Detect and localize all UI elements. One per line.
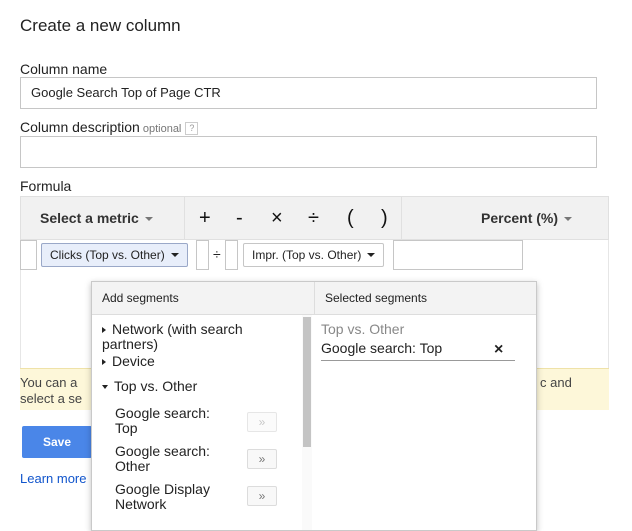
format-dropdown[interactable]: Percent (%) xyxy=(481,197,573,239)
chevron-down-icon xyxy=(367,253,376,257)
metric-chip-clicks[interactable]: Clicks (Top vs. Other) xyxy=(41,243,188,267)
divide-operator: ÷ xyxy=(213,246,221,262)
toolbar-divider xyxy=(401,197,402,239)
selected-segment-label: Google search: Top xyxy=(321,340,443,356)
metric-chip-label: Impr. (Top vs. Other) xyxy=(252,248,362,262)
expand-arrow-icon xyxy=(102,359,106,365)
add-segment-button[interactable]: » xyxy=(247,412,277,432)
save-button[interactable]: Save xyxy=(22,426,92,458)
segment-option: Google search: Other xyxy=(115,443,210,474)
segment-group-label: Network (with search partners) xyxy=(102,321,243,352)
select-metric-dropdown[interactable]: Select a metric xyxy=(40,197,153,239)
multiply-operator-button[interactable]: × xyxy=(271,197,283,239)
formula-slot[interactable] xyxy=(225,240,238,270)
metric-chip-impr[interactable]: Impr. (Top vs. Other) xyxy=(243,243,385,267)
chevron-down-icon xyxy=(564,217,573,221)
selected-group-label: Top vs. Other xyxy=(321,321,405,337)
column-description-input[interactable] xyxy=(20,136,597,168)
format-label: Percent (%) xyxy=(481,210,559,226)
segment-option: Google search: Top xyxy=(115,405,210,436)
close-paren-button[interactable]: ) xyxy=(381,197,388,239)
formula-toolbar: Select a metric + - × ÷ ( ) Percent (%) xyxy=(20,196,609,240)
column-description-label-text: Column description xyxy=(20,119,140,135)
learn-more-link[interactable]: Learn more xyxy=(20,471,86,486)
remove-segment-icon[interactable]: × xyxy=(494,342,503,358)
warning-text-right-1: c and xyxy=(540,375,572,390)
segment-group-label: Top vs. Other xyxy=(114,378,198,394)
add-segment-button[interactable]: » xyxy=(247,486,277,506)
segment-group-top-vs-other[interactable]: Top vs. Other xyxy=(102,379,197,394)
warning-text-left-1: You can a xyxy=(20,375,78,390)
warning-text-left-2: select a se xyxy=(20,391,83,406)
toolbar-divider xyxy=(184,197,185,239)
selected-segment-row: Google search: Top × xyxy=(321,339,515,361)
dialog-title: Create a new column xyxy=(20,16,181,35)
formula-slot[interactable] xyxy=(196,240,209,270)
minus-operator-button[interactable]: - xyxy=(236,197,243,239)
segment-group-label: Device xyxy=(112,353,155,369)
column-name-label: Column name xyxy=(20,61,108,77)
chevron-down-icon xyxy=(144,217,153,221)
column-description-label: Column description optional? xyxy=(20,119,199,135)
segment-group-device[interactable]: Device xyxy=(102,354,155,369)
expand-arrow-icon xyxy=(102,327,106,333)
optional-hint: optional xyxy=(142,123,182,135)
select-metric-label: Select a metric xyxy=(40,210,139,226)
help-icon[interactable]: ? xyxy=(185,122,199,135)
scrollbar-thumb[interactable] xyxy=(303,317,311,447)
formula-slot[interactable] xyxy=(393,240,523,270)
segments-popup: Add segments Selected segments Network (… xyxy=(91,281,537,531)
chevron-down-icon xyxy=(170,253,179,257)
selected-segments-header: Selected segments xyxy=(314,282,536,315)
divide-operator-button[interactable]: ÷ xyxy=(308,197,319,239)
column-name-input[interactable]: Google Search Top of Page CTR xyxy=(20,77,597,109)
open-paren-button[interactable]: ( xyxy=(347,197,354,239)
metric-chip-label: Clicks (Top vs. Other) xyxy=(50,248,165,262)
plus-operator-button[interactable]: + xyxy=(199,197,211,239)
formula-label: Formula xyxy=(20,178,72,194)
add-segment-button[interactable]: » xyxy=(247,449,277,469)
add-segments-header: Add segments xyxy=(92,282,314,315)
formula-slot[interactable] xyxy=(20,240,37,270)
segment-group-network[interactable]: Network (with search partners) xyxy=(102,322,292,352)
segment-option: Google Display Network xyxy=(115,481,210,512)
collapse-arrow-icon xyxy=(102,385,108,389)
